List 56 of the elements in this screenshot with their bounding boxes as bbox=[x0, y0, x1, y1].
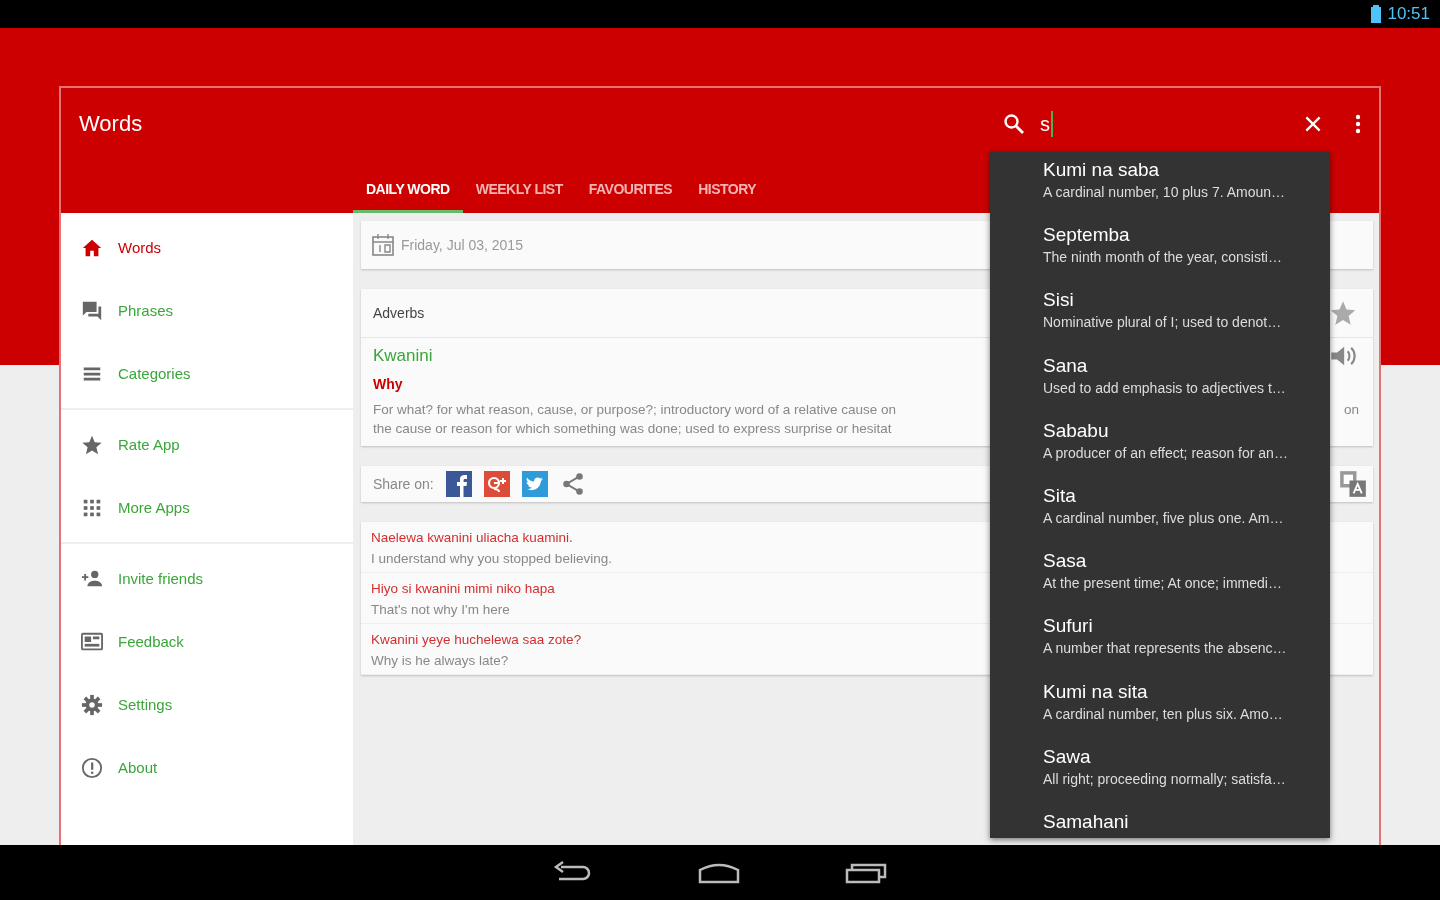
feedback-icon bbox=[80, 630, 104, 653]
tab[interactable]: WEEKLY LIST bbox=[462, 167, 576, 213]
example-sentence: Hiyo si kwanini mimi niko hapa bbox=[371, 580, 555, 598]
clock-time: 10:51 bbox=[1387, 4, 1430, 24]
nav-item[interactable]: More Apps bbox=[61, 476, 353, 539]
facebook-icon[interactable] bbox=[445, 471, 472, 497]
recent-apps-icon[interactable] bbox=[845, 861, 887, 884]
suggestion-item[interactable]: Sana Used to add emphasis to adjectives t… bbox=[990, 347, 1330, 413]
nav-item[interactable]: Phrases bbox=[61, 279, 353, 342]
definition-text: on bbox=[1343, 401, 1360, 419]
suggestion-item[interactable]: Sawa All right; proceeding normally; satisfa… bbox=[990, 738, 1330, 804]
suggestion-item[interactable]: Samahani bbox=[990, 803, 1330, 838]
search-field[interactable]: s bbox=[1040, 111, 1275, 137]
translate-icon[interactable] bbox=[1339, 470, 1367, 498]
tab[interactable]: FAVOURITES bbox=[575, 167, 686, 213]
suggestion-item[interactable]: Septemba The ninth month of the year, consisti… bbox=[990, 217, 1330, 283]
chat-icon bbox=[80, 299, 104, 322]
info-icon bbox=[80, 756, 104, 779]
suggestion-item[interactable]: Kumi na saba A cardinal number, 10 plus 7. Amoun… bbox=[990, 152, 1330, 218]
nav-item[interactable]: Categories bbox=[61, 342, 353, 405]
star-icon[interactable] bbox=[1329, 299, 1357, 327]
example-sentence: Naelewa kwanini uliacha kuamini. bbox=[371, 529, 573, 547]
suggestion-item[interactable]: Sisi Nominative plural of I; used to denot… bbox=[990, 282, 1330, 348]
share-label: Share on: bbox=[373, 476, 434, 492]
translation-label: Why bbox=[373, 376, 403, 392]
date-label: Friday, Jul 03, 2015 bbox=[401, 237, 523, 253]
example-translation: Why is he always late? bbox=[371, 652, 509, 670]
home-icon[interactable] bbox=[698, 861, 740, 884]
suggestion-item[interactable]: Kumi na sita A cardinal number, ten plus six. Amo… bbox=[990, 673, 1330, 739]
suggestion-item[interactable]: Sufuri A number that represents the absenc… bbox=[990, 608, 1330, 674]
suggestion-item[interactable]: Sita A cardinal number, five plus one. Am… bbox=[990, 477, 1330, 544]
example-translation: I understand why you stopped believing. bbox=[371, 550, 612, 568]
more-options-icon[interactable] bbox=[1355, 114, 1361, 134]
suggestion-item[interactable]: Sababu A producer of an effect; reason for an… bbox=[990, 412, 1330, 478]
category-label: Adverbs bbox=[373, 305, 425, 321]
nav-item[interactable]: Invite friends bbox=[61, 547, 353, 610]
tab[interactable]: HISTORY bbox=[685, 167, 770, 213]
search-icon[interactable] bbox=[1002, 112, 1026, 136]
google-plus-icon[interactable] bbox=[483, 471, 510, 497]
nav-item[interactable]: Words bbox=[61, 216, 353, 279]
settings-icon bbox=[80, 693, 104, 716]
battery-icon bbox=[1371, 5, 1382, 23]
suggestion-item[interactable]: Sasa At the present time; At once; immedi… bbox=[990, 543, 1330, 609]
nav-item[interactable]: Rate App bbox=[61, 413, 353, 476]
definition-text: the cause or reason for which something was done; used to express surprise or hesitat bbox=[373, 420, 893, 438]
nav-item[interactable]: Feedback bbox=[61, 610, 353, 673]
twitter-icon[interactable] bbox=[521, 471, 548, 497]
example-sentence: Kwanini yeye huchelewa saa zote? bbox=[371, 631, 582, 649]
nav-item[interactable]: Settings bbox=[61, 673, 353, 736]
word-title: Kwanini bbox=[373, 346, 433, 366]
example-translation: That's not why I'm here bbox=[371, 601, 510, 619]
definition-text: For what? for what reason, cause, or purpose?; introductory word of a relative cause on bbox=[373, 401, 897, 419]
nav-item[interactable]: About bbox=[61, 736, 353, 799]
app-title: Words bbox=[79, 111, 144, 137]
calendar-icon bbox=[371, 233, 395, 257]
close-icon[interactable] bbox=[1303, 114, 1323, 134]
